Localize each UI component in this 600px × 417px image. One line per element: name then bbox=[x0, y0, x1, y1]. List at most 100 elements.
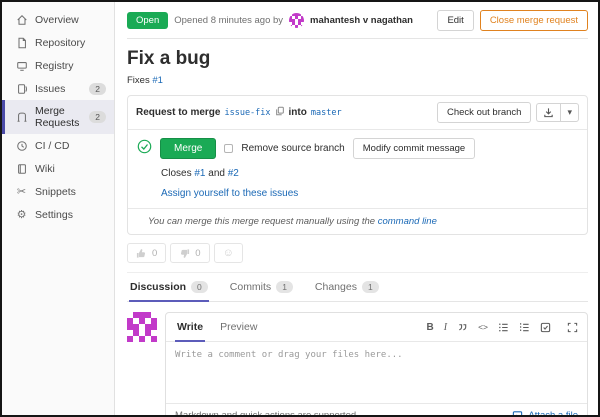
sidebar-item-label: CI / CD bbox=[35, 140, 69, 152]
bullet-list-icon[interactable] bbox=[498, 322, 509, 333]
attach-file-icon bbox=[512, 410, 523, 415]
current-user-avatar bbox=[127, 312, 157, 342]
numbered-list-icon[interactable] bbox=[519, 322, 530, 333]
markdown-supported-note[interactable]: Markdown and quick actions are supported bbox=[175, 410, 356, 415]
sidebar-item-label: Issues bbox=[35, 83, 65, 95]
quote-icon[interactable] bbox=[457, 322, 468, 333]
tab-changes[interactable]: Changes 1 bbox=[314, 273, 380, 302]
sidebar-item-label: Overview bbox=[35, 14, 79, 26]
tab-label: Changes bbox=[315, 281, 357, 293]
request-to-merge-text: Request to merge bbox=[136, 107, 220, 118]
mr-tabs: Discussion 0 Commits 1 Changes 1 bbox=[127, 272, 588, 302]
comment-editor: Write Preview B I <> bbox=[165, 312, 588, 415]
thumbs-up-icon bbox=[136, 248, 147, 259]
editor-toolbar: B I <> bbox=[426, 322, 578, 333]
merge-request-icon bbox=[15, 111, 28, 124]
edit-button[interactable]: Edit bbox=[437, 10, 473, 31]
merge-widget-body: Merge Remove source branch Modify commit… bbox=[128, 130, 587, 208]
issues-count-badge: 2 bbox=[89, 83, 106, 95]
code-button[interactable]: <> bbox=[478, 322, 488, 332]
sidebar-item-repository[interactable]: Repository bbox=[2, 31, 114, 54]
scissors-icon: ✂ bbox=[15, 185, 28, 198]
sidebar-item-registry[interactable]: Registry bbox=[2, 54, 114, 77]
tab-discussion[interactable]: Discussion 0 bbox=[129, 273, 209, 302]
and-text: and bbox=[208, 168, 225, 179]
header-actions: Edit Close merge request bbox=[437, 10, 588, 31]
sidebar-item-snippets[interactable]: ✂ Snippets bbox=[2, 180, 114, 203]
closes-issue-2-link[interactable]: #2 bbox=[228, 168, 239, 179]
thumbs-down-count: 0 bbox=[195, 248, 200, 259]
tab-label: Discussion bbox=[130, 281, 186, 293]
merge-requests-count-badge: 2 bbox=[89, 111, 106, 123]
sidebar-item-overview[interactable]: Overview bbox=[2, 8, 114, 31]
closes-text: Closes bbox=[161, 168, 192, 179]
opened-text: Opened 8 minutes ago by bbox=[174, 15, 283, 26]
add-emoji-button[interactable]: ☺ bbox=[214, 243, 243, 263]
sidebar-item-ci-cd[interactable]: CI / CD bbox=[2, 134, 114, 157]
merge-controls-row: Merge Remove source branch Modify commit… bbox=[137, 138, 578, 159]
tab-commits[interactable]: Commits 1 bbox=[229, 273, 294, 302]
pipeline-success-icon bbox=[137, 139, 152, 159]
sidebar-item-settings[interactable]: ⚙ Settings bbox=[2, 203, 114, 226]
sidebar-item-label: Snippets bbox=[35, 186, 76, 198]
sidebar-item-label: Repository bbox=[35, 37, 85, 49]
closes-issues-line: Closes #1 and #2 bbox=[161, 168, 578, 179]
tab-count-badge: 1 bbox=[276, 281, 293, 293]
comment-input[interactable] bbox=[166, 342, 587, 398]
award-emoji-row: 0 0 ☺ bbox=[127, 243, 588, 263]
closes-issue-1-link[interactable]: #1 bbox=[194, 168, 205, 179]
tab-label: Commits bbox=[230, 281, 271, 293]
sidebar-item-label: Registry bbox=[35, 60, 74, 72]
sidebar-item-wiki[interactable]: Wiki bbox=[2, 157, 114, 180]
thumbs-up-button[interactable]: 0 bbox=[127, 243, 166, 263]
mr-status-header: Open Opened 8 minutes ago by mahantesh v… bbox=[127, 10, 588, 39]
clock-icon bbox=[15, 139, 28, 152]
attach-file-link[interactable]: Attach a file bbox=[512, 410, 578, 415]
author-name[interactable]: mahantesh v nagathan bbox=[310, 15, 413, 26]
merge-widget-footer: You can merge this merge request manuall… bbox=[128, 208, 587, 234]
gitlab-merge-request-page: Overview Repository Registry Issues 2 Me… bbox=[0, 0, 600, 417]
sidebar-item-label: Merge Requests bbox=[35, 105, 82, 129]
book-icon bbox=[15, 162, 28, 175]
thumbs-up-count: 0 bbox=[152, 248, 157, 259]
into-text: into bbox=[289, 107, 307, 118]
merge-button[interactable]: Merge bbox=[160, 138, 216, 159]
preview-tab[interactable]: Preview bbox=[218, 313, 259, 342]
thumbs-down-icon bbox=[179, 248, 190, 259]
thumbs-down-button[interactable]: 0 bbox=[170, 243, 209, 263]
task-list-icon[interactable] bbox=[540, 322, 551, 333]
comment-area: Write Preview B I <> bbox=[127, 312, 588, 415]
source-branch-ref[interactable]: issue-fix bbox=[224, 108, 270, 118]
copy-branch-icon[interactable] bbox=[275, 106, 285, 119]
fullscreen-icon[interactable] bbox=[567, 322, 578, 333]
bold-button[interactable]: B bbox=[426, 322, 433, 333]
remove-source-branch-checkbox[interactable] bbox=[224, 144, 233, 153]
fixes-issue-link[interactable]: #1 bbox=[152, 75, 163, 86]
smiley-icon: ☺ bbox=[223, 247, 234, 259]
manual-merge-text: You can merge this merge request manuall… bbox=[148, 216, 375, 227]
assign-yourself-link[interactable]: Assign yourself to these issues bbox=[161, 188, 298, 199]
tab-count-badge: 0 bbox=[191, 281, 208, 293]
download-button[interactable] bbox=[536, 103, 560, 122]
target-branch-ref[interactable]: master bbox=[311, 108, 342, 118]
close-merge-request-button[interactable]: Close merge request bbox=[480, 10, 588, 31]
merge-widget: Request to merge issue-fix into master C… bbox=[127, 95, 588, 235]
assign-yourself-line: Assign yourself to these issues bbox=[161, 188, 578, 199]
monitor-icon bbox=[15, 59, 28, 72]
write-tab[interactable]: Write bbox=[175, 313, 205, 342]
italic-button[interactable]: I bbox=[444, 322, 447, 333]
gear-icon: ⚙ bbox=[15, 208, 28, 221]
remove-source-branch-label: Remove source branch bbox=[241, 143, 344, 154]
check-out-branch-button[interactable]: Check out branch bbox=[437, 102, 531, 123]
widget-header-actions: Check out branch ▾ bbox=[437, 102, 579, 123]
home-icon bbox=[15, 13, 28, 26]
editor-header: Write Preview B I <> bbox=[166, 313, 587, 342]
sidebar-item-issues[interactable]: Issues 2 bbox=[2, 77, 114, 100]
command-line-link[interactable]: command line bbox=[378, 216, 437, 227]
mr-title: Fix a bug bbox=[127, 48, 588, 70]
download-caret-button[interactable]: ▾ bbox=[560, 103, 579, 122]
author-avatar bbox=[289, 13, 304, 28]
mr-description: Fixes #1 bbox=[127, 75, 588, 86]
sidebar-item-merge-requests[interactable]: Merge Requests 2 bbox=[2, 100, 114, 134]
modify-commit-message-button[interactable]: Modify commit message bbox=[353, 138, 475, 159]
